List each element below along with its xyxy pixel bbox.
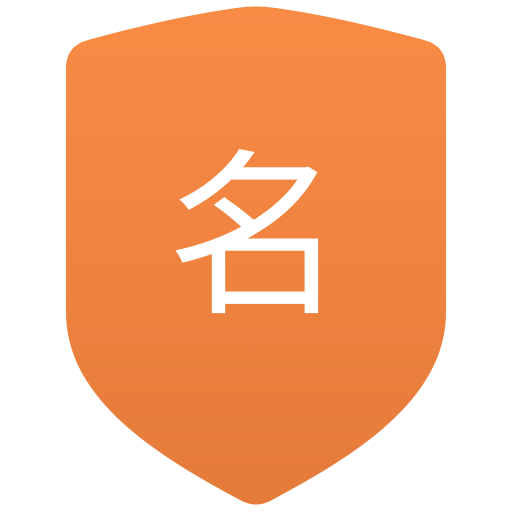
- app-icon: 名: [0, 0, 512, 512]
- glyph-text: 名: [167, 134, 345, 341]
